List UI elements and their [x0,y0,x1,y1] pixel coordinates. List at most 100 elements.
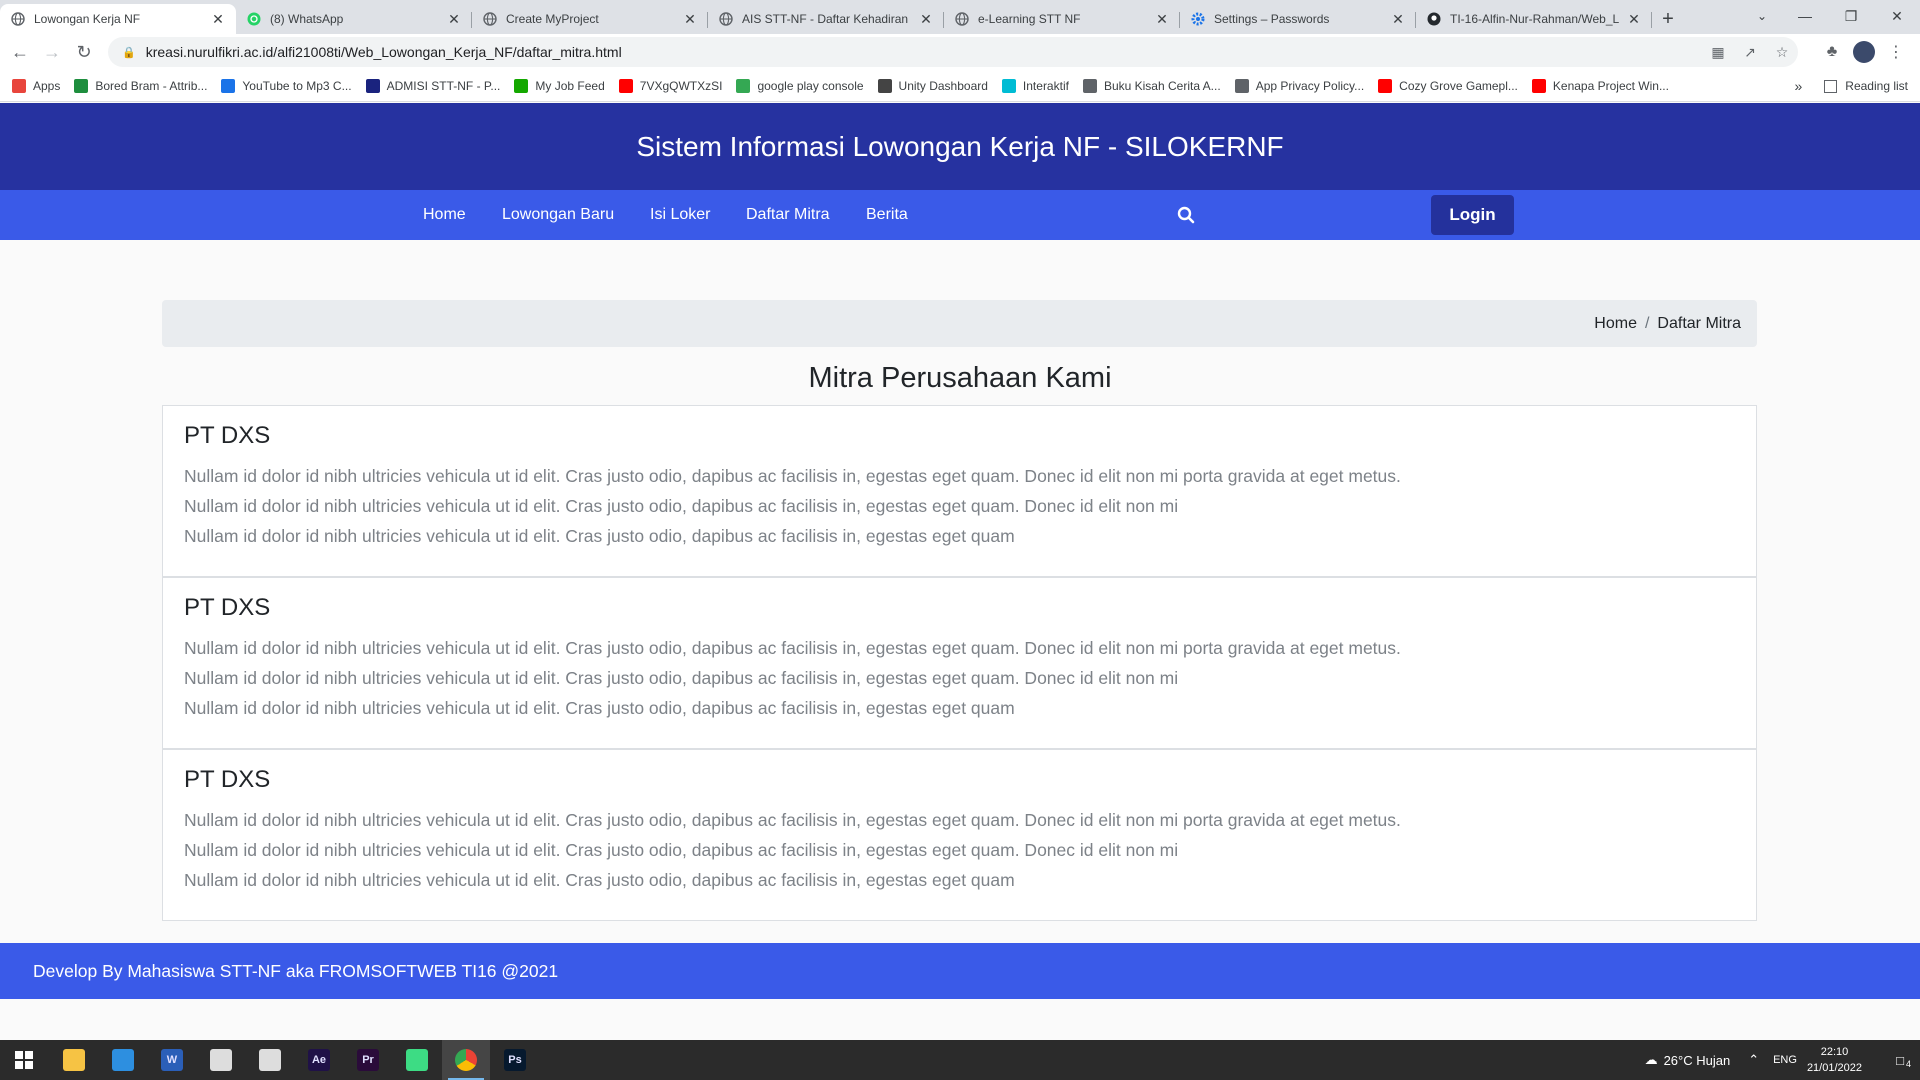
bookmark-item[interactable]: Interaktif [1001,78,1069,93]
close-tab-icon[interactable]: ✕ [1626,11,1642,28]
page-title: Mitra Perusahaan Kami [808,362,1112,394]
partner-name: PT DXS [184,766,271,793]
taskbar-app-button[interactable] [246,1040,294,1080]
taskbar-app-button[interactable]: Pr [344,1040,392,1080]
bookmark-favicon-icon [365,78,380,93]
tray-chevron-up-icon[interactable]: ⌃ [1748,1052,1759,1068]
close-tab-icon[interactable]: ✕ [210,11,226,28]
bookmark-item[interactable]: Apps [12,78,60,93]
more-bookmarks-chevron-icon[interactable]: » [1795,78,1803,94]
extensions-puzzle-icon[interactable]: ♣ [1816,36,1848,68]
language-indicator[interactable]: ENG [1773,1054,1797,1066]
globe-icon [718,11,734,27]
bookmark-item[interactable]: ADMISI STT-NF - P... [365,78,500,93]
bookmark-item[interactable]: Buku Kisah Cerita A... [1082,78,1221,93]
bookmark-item[interactable]: Cozy Grove Gamepl... [1378,78,1518,93]
github-icon [1426,11,1442,27]
weather-cloud-icon[interactable]: ☁ [1645,1052,1658,1068]
browser-tab-strip: Lowongan Kerja NF ✕ (8) WhatsApp ✕ Create My… [0,0,1920,34]
close-tab-icon[interactable]: ✕ [1154,11,1170,28]
tab-title: e-Learning STT NF [978,12,1081,26]
bookmark-item[interactable]: Bored Bram - Attrib... [74,78,208,93]
taskbar-app-button[interactable] [50,1040,98,1080]
bookmark-item[interactable]: Unity Dashboard [877,78,988,93]
site-footer: Develop By Mahasiswa STT-NF aka FROMSOFT… [0,943,1920,999]
unity-icon [210,1049,232,1071]
windows-taskbar: W Ae Pr Ps ☁ 26°C Hujan ⌃ ENG 22:10 21/01/2… [0,1040,1920,1080]
bookmark-favicon-icon [514,78,529,93]
url-text: kreasi.nurulfikri.ac.id/alfi21008ti/Web_… [145,44,622,60]
back-arrow-icon[interactable]: ← [4,36,36,68]
close-tab-icon[interactable]: ✕ [446,11,462,28]
clock[interactable]: 22:10 21/01/2022 [1807,1044,1862,1076]
bookmark-label: Bored Bram - Attrib... [95,78,208,93]
taskbar-app-button[interactable]: W [148,1040,196,1080]
close-tab-icon[interactable]: ✕ [918,11,934,28]
browser-tab[interactable]: (8) WhatsApp ✕ [236,4,472,34]
windows-logo-icon [15,1051,33,1069]
bookmark-item[interactable]: 7VXgQWTXzSI [618,78,722,93]
close-tab-icon[interactable]: ✕ [1390,11,1406,28]
partner-description-line: Nullam id dolor id nibh ultricies vehicu… [184,526,1015,546]
clock-time: 22:10 [1820,1046,1849,1058]
bookmark-favicon-icon [1082,78,1097,93]
file-explorer-icon [63,1049,85,1071]
bookmark-item[interactable]: App Privacy Policy... [1234,78,1364,93]
globe-icon [10,11,26,27]
reading-list-button[interactable]: Reading list [1845,79,1908,93]
profile-avatar[interactable] [1848,36,1880,68]
nav-lowongan-baru-link[interactable]: Lowongan Baru [502,190,614,240]
nav-daftar-mitra-link[interactable]: Daftar Mitra [746,190,830,240]
taskbar-app-button[interactable]: Ps [491,1040,539,1080]
nav-home-link[interactable]: Home [423,190,466,240]
forward-arrow-icon[interactable]: → [36,36,68,68]
partner-name: PT DXS [184,594,271,621]
browser-tab[interactable]: Settings – Passwords ✕ [1180,4,1416,34]
notification-center-icon[interactable]: □ 4 [1880,1053,1920,1069]
menu-kebab-icon[interactable]: ⋮ [1880,36,1912,68]
breadcrumb-home-link[interactable]: Home [1594,315,1637,333]
bookmark-label: YouTube to Mp3 C... [242,78,352,93]
partner-card: PT DXS Nullam id dolor id nibh ultricies… [162,405,1757,577]
translate-icon[interactable]: ▦ [1702,44,1734,61]
whatsapp-icon [246,11,262,27]
bookmark-item[interactable]: Kenapa Project Win... [1531,78,1669,93]
search-icon[interactable] [1177,206,1195,224]
partner-description-line: Nullam id dolor id nibh ultricies vehicu… [184,638,1401,658]
nav-berita-link[interactable]: Berita [866,190,908,240]
browser-toolbar: ← → ↻ 🔒 kreasi.nurulfikri.ac.id/alfi2100… [0,34,1920,70]
close-window-button[interactable]: ✕ [1874,0,1920,32]
bookmark-item[interactable]: google play console [736,78,864,93]
nav-isi-loker-link[interactable]: Isi Loker [650,190,710,240]
bookmark-item[interactable]: YouTube to Mp3 C... [221,78,352,93]
bookmark-favicon-icon [1234,78,1249,93]
share-icon[interactable]: ↗ [1734,44,1766,61]
browser-tab[interactable]: Create MyProject ✕ [472,4,708,34]
partner-description-line: Nullam id dolor id nibh ultricies vehicu… [184,466,1401,486]
browser-tab[interactable]: TI-16-Alfin-Nur-Rahman/Web_L ✕ [1416,4,1652,34]
bookmark-favicon-icon [221,78,236,93]
taskbar-app-button[interactable] [442,1040,490,1080]
close-tab-icon[interactable]: ✕ [682,11,698,28]
login-button[interactable]: Login [1431,195,1514,235]
restore-button[interactable]: ❐ [1828,0,1874,32]
system-tray: ☁ 26°C Hujan ⌃ ENG 22:10 21/01/2022 □ 4 [1645,1040,1920,1080]
browser-tab[interactable]: Lowongan Kerja NF ✕ [0,4,236,34]
taskbar-app-button[interactable]: Ae [295,1040,343,1080]
bookmark-item[interactable]: My Job Feed [514,78,605,93]
bookmark-star-icon[interactable]: ☆ [1766,44,1798,61]
bookmark-favicon-icon [618,78,633,93]
taskbar-app-button[interactable] [197,1040,245,1080]
start-button[interactable] [0,1040,48,1080]
reload-icon[interactable]: ↻ [68,36,100,68]
taskbar-app-button[interactable] [393,1040,441,1080]
minimize-button[interactable]: — [1782,0,1828,32]
address-bar[interactable]: 🔒 kreasi.nurulfikri.ac.id/alfi21008ti/We… [108,37,1798,67]
new-tab-plus-icon[interactable]: + [1652,4,1684,34]
browser-tab[interactable]: e-Learning STT NF ✕ [944,4,1180,34]
bookmarks-bar: Apps Bored Bram - Attrib... YouTube to Mp3… [0,70,1920,102]
weather-text[interactable]: 26°C Hujan [1664,1053,1731,1068]
tab-search-chevron-icon[interactable]: ⌄ [1750,6,1774,26]
taskbar-app-button[interactable] [99,1040,147,1080]
browser-tab[interactable]: AIS STT-NF - Daftar Kehadiran ✕ [708,4,944,34]
